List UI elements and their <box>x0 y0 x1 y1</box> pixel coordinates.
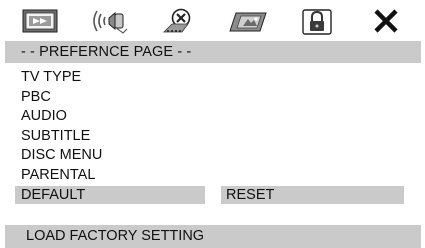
audio-setup-icon <box>89 7 129 35</box>
preference-menu: TV TYPE PBC AUDIO SUBTITLE DISC MENU PAR… <box>15 68 415 205</box>
menu-item-pbc[interactable]: PBC <box>21 88 415 108</box>
menu-item-label: PARENTAL <box>21 166 96 183</box>
menu-item-label: TV TYPE <box>21 69 82 85</box>
exit-x-icon <box>369 7 403 35</box>
video-setup-icon <box>226 7 270 35</box>
general-setup-icon <box>21 7 59 35</box>
menu-item-default[interactable]: DEFAULT RESET <box>15 185 415 205</box>
menu-item-label: DEFAULT <box>15 186 205 204</box>
tab-exit[interactable] <box>352 5 421 37</box>
status-hint: LOAD FACTORY SETTING <box>5 225 421 248</box>
menu-item-label: SUBTITLE <box>21 127 91 144</box>
page-title: - - PREFERNCE PAGE - - <box>5 41 421 63</box>
menu-item-subtitle[interactable]: SUBTITLE <box>21 127 415 147</box>
menu-item-tv-type[interactable]: TV TYPE <box>21 68 415 88</box>
reset-option[interactable]: RESET <box>221 186 404 204</box>
menu-item-label: DISC MENU <box>21 147 103 163</box>
tab-general-setup[interactable] <box>5 5 74 37</box>
setup-menu-screen: - - PREFERNCE PAGE - - TV TYPE PBC AUDIO… <box>5 5 421 248</box>
tab-preference[interactable] <box>282 5 351 37</box>
menu-item-label: AUDIO <box>21 108 67 124</box>
dolby-digital-setup-icon <box>158 7 198 35</box>
menu-item-label: PBC <box>21 88 51 105</box>
menu-item-parental[interactable]: PARENTAL <box>21 166 415 186</box>
menu-item-audio[interactable]: AUDIO <box>21 107 415 127</box>
tab-dolby-digital-setup[interactable] <box>144 5 213 37</box>
preference-lock-icon <box>299 6 335 36</box>
tab-video-setup[interactable] <box>213 5 282 37</box>
menu-item-disc-menu[interactable]: DISC MENU <box>21 146 415 166</box>
tab-audio-setup[interactable] <box>74 5 143 37</box>
setup-icon-bar <box>5 5 421 37</box>
